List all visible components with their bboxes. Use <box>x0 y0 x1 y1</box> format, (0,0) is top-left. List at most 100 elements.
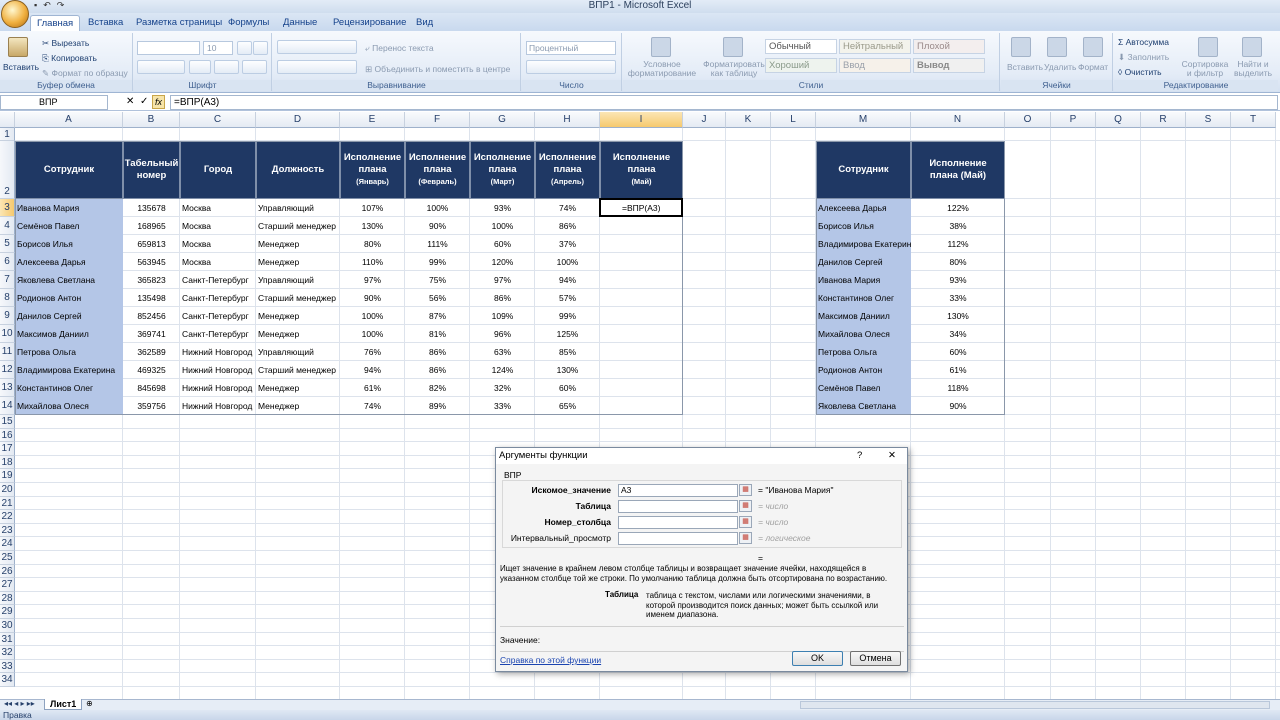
row-header-22[interactable]: 22 <box>0 510 15 524</box>
column-header-q[interactable]: Q <box>1096 112 1141 128</box>
lookup-name-cell[interactable]: Родионов Антон <box>816 361 911 379</box>
row-header-24[interactable]: 24 <box>0 537 15 551</box>
row-header-12[interactable]: 12 <box>0 361 15 379</box>
border-icon[interactable] <box>189 60 211 74</box>
table-cell[interactable]: 93% <box>470 199 535 217</box>
table-cell[interactable]: 57% <box>535 289 600 307</box>
column-header-i[interactable]: I <box>600 112 683 128</box>
table-cell[interactable]: 100% <box>405 199 470 217</box>
lookup-name-cell[interactable]: Алексеева Дарья <box>816 199 911 217</box>
collapse-dialog-icon[interactable]: ▦ <box>739 532 752 544</box>
table-cell[interactable]: Санкт-Петербург <box>180 271 256 289</box>
merge-center-button[interactable]: ⊞ Объединить и поместить в центре <box>365 64 510 75</box>
column-header-a[interactable]: A <box>15 112 123 128</box>
table-cell[interactable] <box>600 307 683 325</box>
table-cell[interactable]: Менеджер <box>256 235 340 253</box>
table-cell[interactable]: Нижний Новгород <box>180 379 256 397</box>
insert-cells-icon[interactable] <box>1011 37 1031 57</box>
row-header-33[interactable]: 33 <box>0 659 15 674</box>
table-cell[interactable] <box>600 343 683 361</box>
table-cell[interactable]: 33% <box>470 397 535 415</box>
employee-name-cell[interactable]: Иванова Мария <box>15 199 123 217</box>
table-cell[interactable]: 63% <box>470 343 535 361</box>
row-header-5[interactable]: 5 <box>0 235 15 253</box>
table-cell[interactable] <box>600 361 683 379</box>
employee-name-cell[interactable]: Михайлова Олеся <box>15 397 123 415</box>
table-cell[interactable]: 107% <box>340 199 405 217</box>
column-header-c[interactable]: C <box>180 112 256 128</box>
copy-button[interactable]: ⎘ Копировать <box>42 53 97 64</box>
select-all-corner[interactable] <box>0 112 15 128</box>
table-cell[interactable]: Старший менеджер <box>256 289 340 307</box>
table-cell[interactable]: 37% <box>535 235 600 253</box>
lookup-value-cell[interactable]: 122% <box>911 199 1005 217</box>
table-cell[interactable]: Менеджер <box>256 307 340 325</box>
shrink-font-icon[interactable] <box>253 41 268 55</box>
cancel-icon[interactable]: ✕ <box>126 96 134 107</box>
row-header-32[interactable]: 32 <box>0 646 15 660</box>
font-size-select[interactable]: 10 <box>203 41 233 55</box>
column-header-h[interactable]: H <box>535 112 600 128</box>
table-cell[interactable]: 362589 <box>123 343 180 361</box>
tab-insert[interactable]: Вставка <box>82 15 129 31</box>
number-format-select[interactable]: Процентный <box>526 41 616 55</box>
row-header-21[interactable]: 21 <box>0 496 15 511</box>
grow-font-icon[interactable] <box>237 41 252 55</box>
row-header-26[interactable]: 26 <box>0 564 15 579</box>
font-color-icon[interactable] <box>242 60 267 74</box>
redo-icon[interactable]: ↷ <box>57 0 65 12</box>
table-cell[interactable] <box>600 217 683 235</box>
row-header-23[interactable]: 23 <box>0 523 15 538</box>
row-header-4[interactable]: 4 <box>0 217 15 235</box>
table-cell[interactable]: 60% <box>535 379 600 397</box>
column-header-p[interactable]: P <box>1051 112 1096 128</box>
table-cell[interactable] <box>600 253 683 271</box>
table-cell[interactable]: 65% <box>535 397 600 415</box>
table-cell[interactable]: Менеджер <box>256 253 340 271</box>
table-cell[interactable]: Старший менеджер <box>256 361 340 379</box>
table-cell[interactable]: 852456 <box>123 307 180 325</box>
ok-button[interactable]: OK <box>792 651 843 666</box>
table-cell[interactable]: 100% <box>470 217 535 235</box>
table-cell[interactable]: =ВПР(А3) <box>600 199 683 217</box>
format-painter-button[interactable]: ✎ Формат по образцу <box>42 68 128 79</box>
fx-icon[interactable]: fx <box>152 95 165 109</box>
style-bad[interactable]: Плохой <box>913 39 985 54</box>
table-cell[interactable]: 75% <box>405 271 470 289</box>
cut-button[interactable]: ✂ Вырезать <box>42 38 89 49</box>
delete-cells-button[interactable]: Удалить <box>1044 62 1076 72</box>
horizontal-align-buttons[interactable] <box>277 60 357 74</box>
fill-button[interactable]: ⬇ Заполнить <box>1118 52 1169 63</box>
table-cell[interactable]: 87% <box>405 307 470 325</box>
find-select-button[interactable]: Найти и выделить <box>1230 60 1276 78</box>
row-header-14[interactable]: 14 <box>0 397 15 415</box>
conditional-format-icon[interactable] <box>651 37 671 57</box>
undo-icon[interactable]: ↶ <box>43 0 51 12</box>
table-cell[interactable]: 100% <box>340 307 405 325</box>
table-cell[interactable]: 82% <box>405 379 470 397</box>
sort-filter-icon[interactable] <box>1198 37 1218 57</box>
table-cell[interactable]: 74% <box>340 397 405 415</box>
format-as-table-button[interactable]: Форматировать как таблицу <box>699 60 769 78</box>
row-header-6[interactable]: 6 <box>0 253 15 271</box>
lookup-value-cell[interactable]: 33% <box>911 289 1005 307</box>
lookup-value-cell[interactable]: 112% <box>911 235 1005 253</box>
employee-name-cell[interactable]: Петрова Ольга <box>15 343 123 361</box>
table-cell[interactable]: Нижний Новгород <box>180 361 256 379</box>
table-cell[interactable]: 90% <box>405 217 470 235</box>
insert-cells-button[interactable]: Вставить <box>1007 62 1043 72</box>
row-header-2[interactable]: 2 <box>0 141 15 199</box>
table-cell[interactable]: Москва <box>180 253 256 271</box>
row-header-29[interactable]: 29 <box>0 605 15 619</box>
clear-button[interactable]: ◊ Очистить <box>1118 67 1162 77</box>
office-button[interactable] <box>1 0 29 28</box>
bold-italic-underline-buttons[interactable] <box>137 60 185 74</box>
table-cell[interactable]: 109% <box>470 307 535 325</box>
table-cell[interactable]: 100% <box>340 325 405 343</box>
table-cell[interactable]: 60% <box>470 235 535 253</box>
column-header-f[interactable]: F <box>405 112 470 128</box>
employee-name-cell[interactable]: Владимирова Екатерина <box>15 361 123 379</box>
format-table-icon[interactable] <box>723 37 743 57</box>
column-header-r[interactable]: R <box>1141 112 1186 128</box>
employee-name-cell[interactable]: Родионов Антон <box>15 289 123 307</box>
